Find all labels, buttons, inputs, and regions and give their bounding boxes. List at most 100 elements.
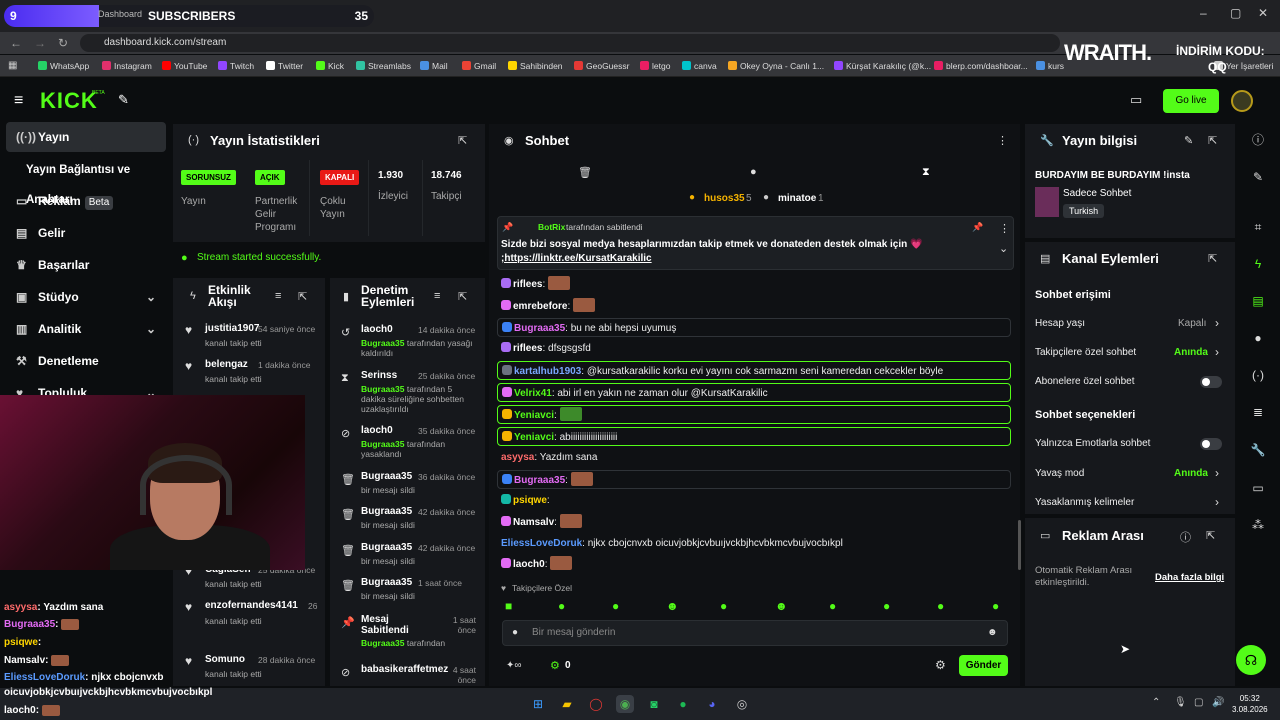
popout-icon[interactable]: ⇱ — [458, 134, 467, 147]
slow-mode-value[interactable]: Anında — [1174, 468, 1208, 479]
moderation-target[interactable]: laoch0 — [361, 324, 393, 335]
sub-chat-toggle[interactable] — [1200, 376, 1222, 388]
sidebar-item-reklam[interactable]: ▭ Reklam Beta — [6, 186, 166, 216]
chevron-right-icon[interactable]: › — [1215, 495, 1219, 509]
lightning-icon[interactable]: ϟ — [1246, 253, 1270, 275]
chat-message[interactable]: Velrix41: abi irl en yakın ne zaman olur… — [497, 383, 1011, 402]
chat-username[interactable]: Velrix41 — [514, 388, 552, 399]
chat-username[interactable]: EliessLoveDoruk — [501, 538, 582, 549]
emote-button[interactable]: ☻ — [666, 599, 679, 613]
obs-icon[interactable]: ◎ — [733, 695, 751, 713]
sidebar-item-gelir[interactable]: ▤ Gelir — [6, 218, 166, 248]
emote-button[interactable]: ● — [558, 599, 565, 613]
list-icon[interactable]: ≣ — [1246, 401, 1270, 423]
chat-username[interactable]: riflees — [513, 343, 542, 354]
banned-words-label[interactable]: Yasaklanmış kelimeler — [1035, 497, 1134, 508]
bookmark-item[interactable]: letgo — [640, 61, 670, 71]
emote-button[interactable]: ● — [829, 599, 836, 613]
chat-input-placeholder[interactable]: Bir mesaj gönderin — [532, 627, 615, 638]
volume-icon[interactable]: 🔊 — [1212, 697, 1224, 708]
activity-username[interactable]: justitia1907 — [205, 323, 259, 334]
chevron-down-icon[interactable]: ⌄ — [999, 242, 1008, 255]
bookmark-item[interactable]: Twitter — [266, 61, 303, 71]
popout-icon[interactable]: ⇱ — [1208, 134, 1217, 147]
sidebar-item-studyo[interactable]: ▣ Stüdyo ⌄ — [6, 282, 166, 312]
chat-username[interactable]: Yeniavci — [514, 432, 554, 443]
bookmark-item[interactable]: WhatsApp — [38, 61, 89, 71]
emote-button[interactable]: ● — [720, 599, 727, 613]
broadcast-icon[interactable]: (·) — [1246, 364, 1270, 386]
chat-message[interactable]: asyysa: Yazdım sana — [497, 448, 1011, 467]
chat-username[interactable]: emrebefore — [513, 301, 567, 312]
bookmark-item[interactable]: YouTube — [162, 61, 207, 71]
send-button[interactable]: Gönder — [959, 655, 1008, 676]
account-age-value[interactable]: Kapalı — [1178, 318, 1206, 329]
network-icon[interactable]: ▢ — [1194, 697, 1203, 708]
trash-icon[interactable]: 🗑 — [578, 166, 592, 179]
sidebar-item-analitik[interactable]: ▥ Analitik ⌄ — [6, 314, 166, 344]
edit-pencil-icon[interactable]: ✎ — [1184, 134, 1193, 147]
mic-icon[interactable]: 🎙 — [1174, 697, 1187, 708]
chat-username[interactable]: Bugraaa35 — [514, 323, 565, 334]
more-vertical-icon[interactable]: ⋮ — [999, 222, 1010, 235]
emote-button[interactable]: ● — [883, 599, 890, 613]
bookmark-item[interactable]: kurs — [1036, 61, 1064, 71]
bookmark-item[interactable]: Okey Oyna - Canlı 1... — [728, 61, 824, 71]
chat-message[interactable]: kartalhub1903: @kursatkarakilic korku ev… — [497, 361, 1011, 380]
follower-chat-value[interactable]: Anında — [1174, 347, 1208, 358]
moderation-target[interactable]: Bugraaa35 — [361, 506, 412, 517]
moderation-target[interactable]: babasikeraffetmez — [361, 664, 448, 675]
system-clock[interactable]: 05:32 3.08.2026 — [1232, 693, 1268, 715]
help-support-button[interactable]: ☊ — [1236, 645, 1266, 675]
activity-username[interactable]: belengaz — [205, 359, 248, 370]
sidebar-item-basarilar[interactable]: ♛ Başarılar — [6, 250, 166, 280]
chrome-icon[interactable]: ◉ — [616, 695, 634, 713]
maximize-icon[interactable]: ▢ — [1230, 6, 1241, 20]
bookmark-item[interactable]: Kick — [316, 61, 344, 71]
popout-icon[interactable]: ⇱ — [458, 290, 467, 303]
close-icon[interactable]: ✕ — [1258, 6, 1268, 20]
avatar[interactable] — [1231, 90, 1253, 112]
back-icon[interactable]: ← — [10, 36, 22, 50]
hourglass-icon[interactable]: ⧗ — [922, 166, 930, 179]
info-icon[interactable]: ⓘ — [1246, 129, 1270, 151]
bookmark-item[interactable]: Instagram — [102, 61, 152, 71]
chat-bubble-icon[interactable]: ● — [750, 166, 757, 178]
minimize-icon[interactable]: – — [1200, 6, 1207, 20]
unpin-icon[interactable]: 📌 — [972, 222, 983, 233]
theater-icon[interactable]: ▭ — [1130, 92, 1142, 108]
chat-message[interactable]: riflees: dfsgsgsfd — [497, 339, 1011, 358]
chat-username[interactable]: Namsalv — [513, 517, 554, 528]
chat-message[interactable]: Yeniavci: — [497, 405, 1011, 424]
chat-message[interactable]: Bugraaa35: bu ne abi hepsi uyumuş — [497, 318, 1011, 337]
chat-username[interactable]: Yeniavci — [514, 410, 554, 421]
emoji-icon[interactable]: ☻ — [987, 627, 998, 638]
url-input[interactable]: dashboard.kick.com/stream — [80, 34, 1060, 52]
apps-grid-icon[interactable]: ▦ — [8, 60, 17, 71]
chevron-right-icon[interactable]: › — [1215, 466, 1219, 480]
discord-icon[interactable]: ◕ — [703, 695, 721, 713]
bookmark-item[interactable]: Streamlabs — [356, 61, 411, 71]
chat-username[interactable]: psiqwe — [513, 495, 547, 506]
moderation-target[interactable]: Bugraaa35 — [361, 542, 412, 553]
chevron-right-icon[interactable]: › — [1215, 345, 1219, 359]
emote-button[interactable]: ☻ — [775, 599, 788, 613]
filter-icon[interactable]: ≡ — [434, 290, 440, 302]
bookmark-item[interactable]: Twitch — [218, 61, 254, 71]
reload-icon[interactable]: ↻ — [58, 36, 68, 50]
moderation-target[interactable]: laoch0 — [361, 425, 393, 436]
popout-icon[interactable]: ⇱ — [298, 290, 307, 303]
crop-icon[interactable]: ⌗ — [1246, 216, 1270, 238]
chevron-right-icon[interactable]: › — [1215, 316, 1219, 330]
chat-message[interactable]: riflees: — [497, 275, 1011, 294]
file-explorer-icon[interactable]: ▰ — [558, 695, 576, 713]
tab-title[interactable]: Dashboard — [98, 9, 142, 19]
chat-message[interactable]: Yeniavci: abiiiiiiiiiiiiiiiiiiiii — [497, 427, 1011, 446]
moderation-target[interactable]: Serinss — [361, 370, 397, 381]
forward-icon[interactable]: → — [34, 36, 46, 50]
sidebar-item-stream-key[interactable]: Yayın Bağlantısı ve Anahtarı — [6, 155, 166, 206]
moderation-target[interactable]: Mesaj Sabitlendi — [361, 614, 411, 636]
chat-scrollbar[interactable] — [1018, 520, 1021, 570]
chat-message[interactable]: Bugraaa35: — [497, 470, 1011, 489]
bookmark-item[interactable]: GeoGuessr — [574, 61, 629, 71]
